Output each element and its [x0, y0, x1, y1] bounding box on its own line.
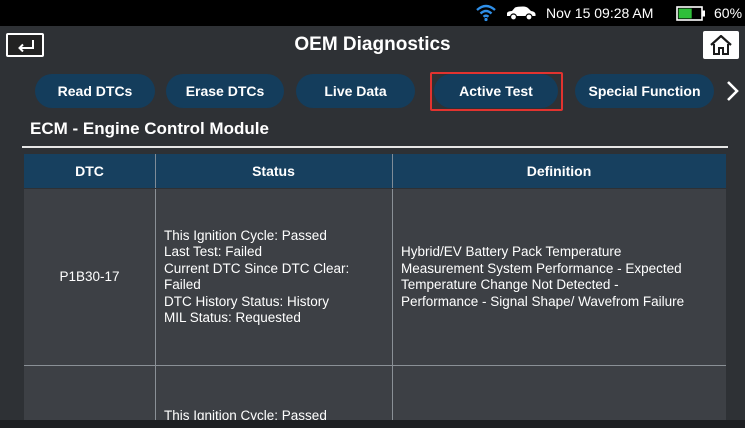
tab-erase-dtcs[interactable]: Erase DTCs [166, 74, 284, 108]
column-header-status: Status [252, 163, 295, 179]
section-divider [22, 146, 728, 148]
status-line: MIL Status: Requested [164, 310, 301, 325]
column-header-dtc: DTC [75, 163, 104, 179]
column-divider [155, 189, 156, 365]
status-line: Last Test: Failed [164, 244, 263, 259]
definition-line: Temperature Change Not Detected - [401, 277, 619, 292]
page-title: OEM Diagnostics [294, 34, 451, 55]
tab-read-dtcs[interactable]: Read DTCs [35, 74, 155, 108]
table-header: DTC Status Definition [24, 154, 726, 188]
home-button[interactable] [703, 31, 739, 59]
definition-line: Hybrid/EV Battery Pack Temperature [401, 244, 622, 259]
active-tab-highlight [430, 72, 563, 111]
status-line: Failed [164, 277, 201, 292]
car-icon [507, 6, 536, 21]
dtc-definition [401, 366, 723, 428]
status-datetime: Nov 15 09:28 AM [546, 5, 654, 21]
status-bar: Nov 15 09:28 AM 60% [0, 0, 745, 26]
chevron-right-icon[interactable] [724, 80, 740, 102]
dtc-status: This Ignition Cycle: Passed [164, 366, 389, 428]
battery-icon [676, 6, 705, 21]
bottom-edge [0, 420, 745, 428]
column-divider [392, 366, 393, 428]
column-divider [155, 366, 156, 428]
dtc-code: P1B30-17 [59, 268, 120, 284]
battery-percent: 60% [714, 5, 743, 21]
table-row[interactable]: This Ignition Cycle: Passed [24, 366, 726, 428]
status-line: This Ignition Cycle: Passed [164, 227, 327, 243]
dtc-table: DTC Status Definition P1B30-17 This Igni… [24, 154, 726, 428]
home-icon [710, 35, 732, 55]
definition-line: Measurement System Performance - Expecte… [401, 260, 682, 276]
wifi-icon [476, 4, 496, 22]
status-line: DTC History Status: History [164, 293, 330, 309]
function-tabs: Read DTCs Erase DTCs Live Data Active Te… [0, 66, 745, 118]
app-header: OEM Diagnostics [0, 26, 745, 64]
status-line: Current DTC Since DTC Clear: [164, 260, 350, 276]
definition-line: Performance - Signal Shape/ Wavefrom Fai… [401, 293, 685, 309]
module-title: ECM - Engine Control Module [30, 119, 269, 138]
column-divider [392, 189, 393, 365]
dtc-code [24, 366, 155, 428]
tab-live-data[interactable]: Live Data [296, 74, 415, 108]
dtc-status: This Ignition Cycle: Passed Last Test: F… [164, 189, 389, 365]
tab-special-function[interactable]: Special Function [575, 74, 714, 108]
dtc-definition: Hybrid/EV Battery Pack Temperature Measu… [401, 189, 723, 365]
column-header-definition: Definition [526, 163, 592, 179]
table-row[interactable]: P1B30-17 This Ignition Cycle: Passed Las… [24, 189, 726, 365]
